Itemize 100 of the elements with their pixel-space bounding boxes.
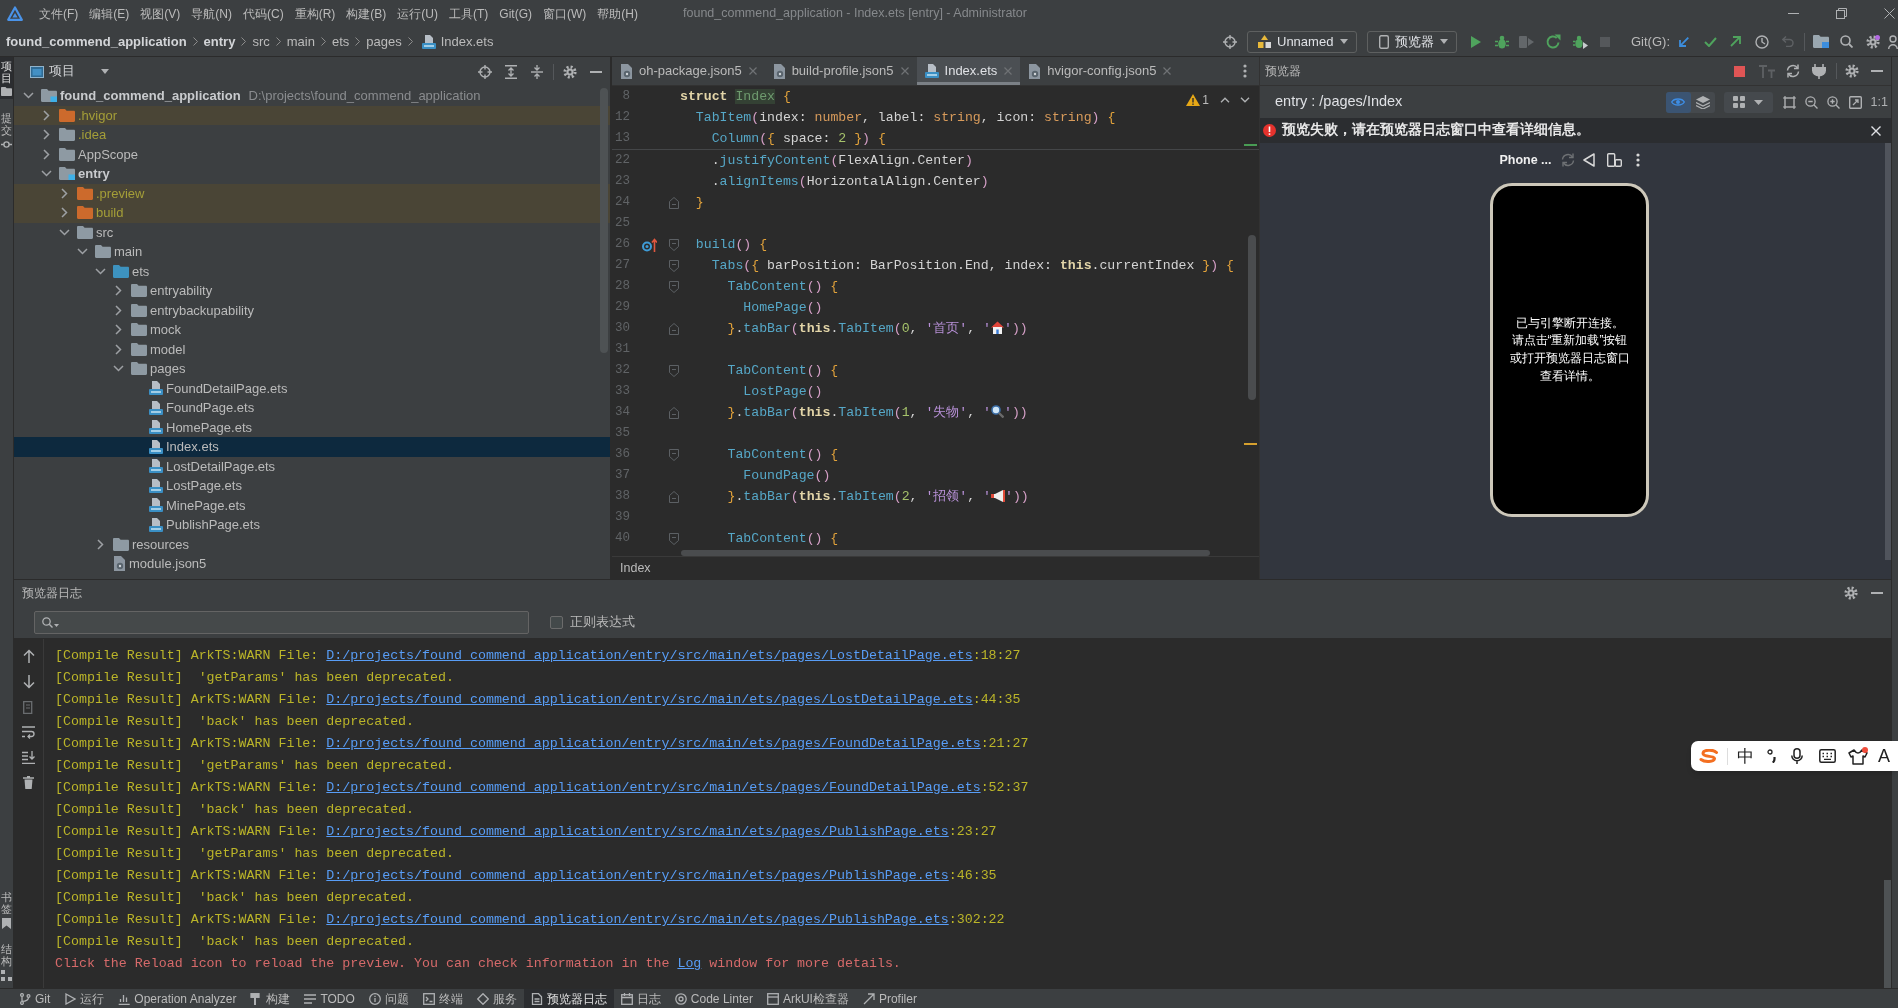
menu-item[interactable]: 帮助(H) — [597, 4, 638, 23]
chevron-down-icon[interactable] — [22, 92, 34, 100]
tool-window-tab[interactable]: 运行 — [57, 989, 112, 1008]
run-config-dropdown[interactable]: Unnamed — [1247, 30, 1357, 53]
tool-window-tab[interactable]: Code Linter — [667, 989, 760, 1008]
breadcrumb-item[interactable]: pages — [366, 31, 402, 52]
tree-item[interactable]: .hvigor — [59, 105, 118, 125]
restore-icon[interactable] — [1836, 8, 1847, 19]
ime-mode-button[interactable]: 中 — [1737, 747, 1754, 765]
chevron-right-icon[interactable] — [42, 109, 50, 121]
tree-item[interactable]: PublishPage.ets — [149, 515, 260, 535]
menu-item[interactable]: 运行(U) — [397, 4, 438, 23]
ime-button[interactable]: A — [1878, 747, 1890, 765]
devices-icon[interactable] — [1606, 153, 1622, 167]
document-icon[interactable] — [22, 701, 35, 714]
tree-item[interactable]: FoundPage.ets — [149, 398, 255, 418]
search-icon[interactable] — [1840, 35, 1853, 48]
caret-icon[interactable] — [1340, 39, 1348, 44]
file-link[interactable]: D:/projects/found_commend_application/entry/src/main/ets/pages/FoundDetailPage.ets — [326, 736, 981, 752]
tree-item[interactable]: src — [77, 222, 114, 242]
back-icon[interactable] — [1582, 153, 1595, 167]
tree-item[interactable]: LostDetailPage.ets — [149, 456, 276, 476]
tool-window-tab[interactable]: ArkUI检查器 — [759, 989, 856, 1008]
tool-window-tab[interactable]: 预览器日志 — [523, 989, 614, 1008]
menu-item[interactable]: 重构(R) — [294, 4, 336, 23]
settings-icon[interactable] — [1845, 64, 1859, 78]
zoom-out-icon[interactable] — [1804, 95, 1818, 109]
chevron-down-icon[interactable] — [76, 248, 88, 256]
up-arrow-icon[interactable] — [22, 649, 35, 663]
scroll-to-end-icon[interactable] — [22, 751, 35, 764]
breadcrumb-item[interactable]: src — [252, 31, 270, 52]
expand-all-icon[interactable] — [505, 64, 517, 79]
tree-item[interactable]: main — [95, 242, 143, 262]
tree-item[interactable]: ets — [113, 261, 150, 281]
tool-window-button[interactable]: 结构 — [0, 939, 13, 984]
fold-icon[interactable] — [669, 406, 679, 419]
file-link[interactable]: D:/projects/found_commend_application/entry/src/main/ets/pages/PublishPage.ets — [326, 868, 949, 884]
menu-item[interactable]: 构建(B) — [346, 4, 387, 23]
bug-icon[interactable] — [1495, 34, 1509, 49]
refresh-icon[interactable] — [1545, 33, 1561, 50]
tree-item[interactable]: found_commend_application — [41, 86, 241, 106]
minimize-icon[interactable] — [590, 70, 602, 73]
fold-icon[interactable] — [669, 448, 679, 461]
device-dropdown[interactable]: 预览器 — [1367, 30, 1457, 53]
folder-icon[interactable] — [1813, 35, 1829, 48]
chevron-right-icon[interactable] — [96, 538, 104, 550]
tree-item[interactable]: pages — [131, 359, 186, 379]
tree-item[interactable]: MinePage.ets — [149, 495, 246, 515]
fold-icon[interactable] — [669, 238, 679, 251]
warning-count[interactable]: 1 — [1202, 91, 1209, 109]
editor-tab[interactable]: hvigor-config.json5 — [1020, 57, 1180, 85]
tool-window-button[interactable]: 项目 — [0, 57, 13, 100]
tree-item[interactable]: Index.ets — [149, 437, 219, 457]
tool-window-button[interactable]: 书签 — [0, 887, 13, 932]
tree-item[interactable]: .preview — [77, 183, 145, 203]
breadcrumb-item[interactable]: Index.ets — [440, 31, 494, 52]
checkbox[interactable] — [550, 615, 563, 629]
tool-window-tab[interactable]: 日志 — [613, 989, 668, 1008]
tool-window-tab[interactable]: Operation Analyzer — [111, 989, 244, 1008]
tool-window-tab[interactable]: 服务 — [469, 989, 524, 1008]
tree-item[interactable]: module.json5 — [113, 554, 207, 574]
zoom-in-icon[interactable] — [1826, 95, 1840, 109]
bug-arrow-icon[interactable] — [1573, 34, 1588, 49]
menu-item[interactable]: 代码(C) — [243, 4, 284, 23]
breadcrumb-item[interactable]: main — [286, 31, 315, 52]
breadcrumb-item[interactable]: ets — [331, 31, 350, 52]
tree-item[interactable]: build — [77, 203, 124, 223]
fold-icon[interactable] — [669, 364, 679, 377]
chevron-down-icon[interactable] — [94, 267, 106, 275]
caret-icon[interactable] — [54, 623, 59, 627]
settings-icon[interactable] — [563, 64, 577, 79]
tree-item[interactable]: entryability — [131, 281, 213, 301]
checkbox-label[interactable]: 正则表达式 — [570, 612, 635, 632]
user-icon[interactable] — [1888, 34, 1898, 49]
chevron-down-icon[interactable] — [40, 170, 52, 178]
layout-dropdown[interactable] — [1723, 91, 1773, 113]
rotate-icon[interactable] — [1560, 153, 1575, 167]
more-icon[interactable] — [1635, 153, 1640, 167]
tree-item[interactable]: mock — [131, 320, 182, 340]
override-marker-icon[interactable] — [641, 237, 657, 252]
plug-icon[interactable] — [1812, 63, 1826, 79]
clock-icon[interactable] — [1755, 34, 1769, 49]
check-icon[interactable] — [1704, 36, 1717, 47]
more-icon[interactable] — [1243, 64, 1247, 78]
s-logo-icon[interactable] — [1699, 749, 1719, 763]
menu-item[interactable]: 窗口(W) — [543, 4, 587, 23]
fit-icon[interactable] — [1848, 95, 1862, 109]
chevron-down-icon[interactable] — [112, 365, 124, 373]
chevron-right-icon[interactable] — [60, 187, 68, 199]
chevron-right-icon[interactable] — [114, 324, 122, 336]
caret-icon[interactable] — [1440, 39, 1448, 44]
tool-window-tab[interactable]: TODO — [297, 989, 362, 1008]
tool-window-tab[interactable]: 问题 — [361, 989, 416, 1008]
chevron-right-icon[interactable] — [60, 207, 68, 219]
close-icon[interactable] — [1884, 8, 1895, 19]
warning-icon[interactable] — [1186, 94, 1201, 106]
fold-icon[interactable] — [669, 259, 679, 272]
tool-window-button[interactable]: 提交 — [0, 109, 13, 154]
actual-size-button[interactable]: 1:1 — [1870, 92, 1888, 112]
chevron-right-icon[interactable] — [114, 285, 122, 297]
